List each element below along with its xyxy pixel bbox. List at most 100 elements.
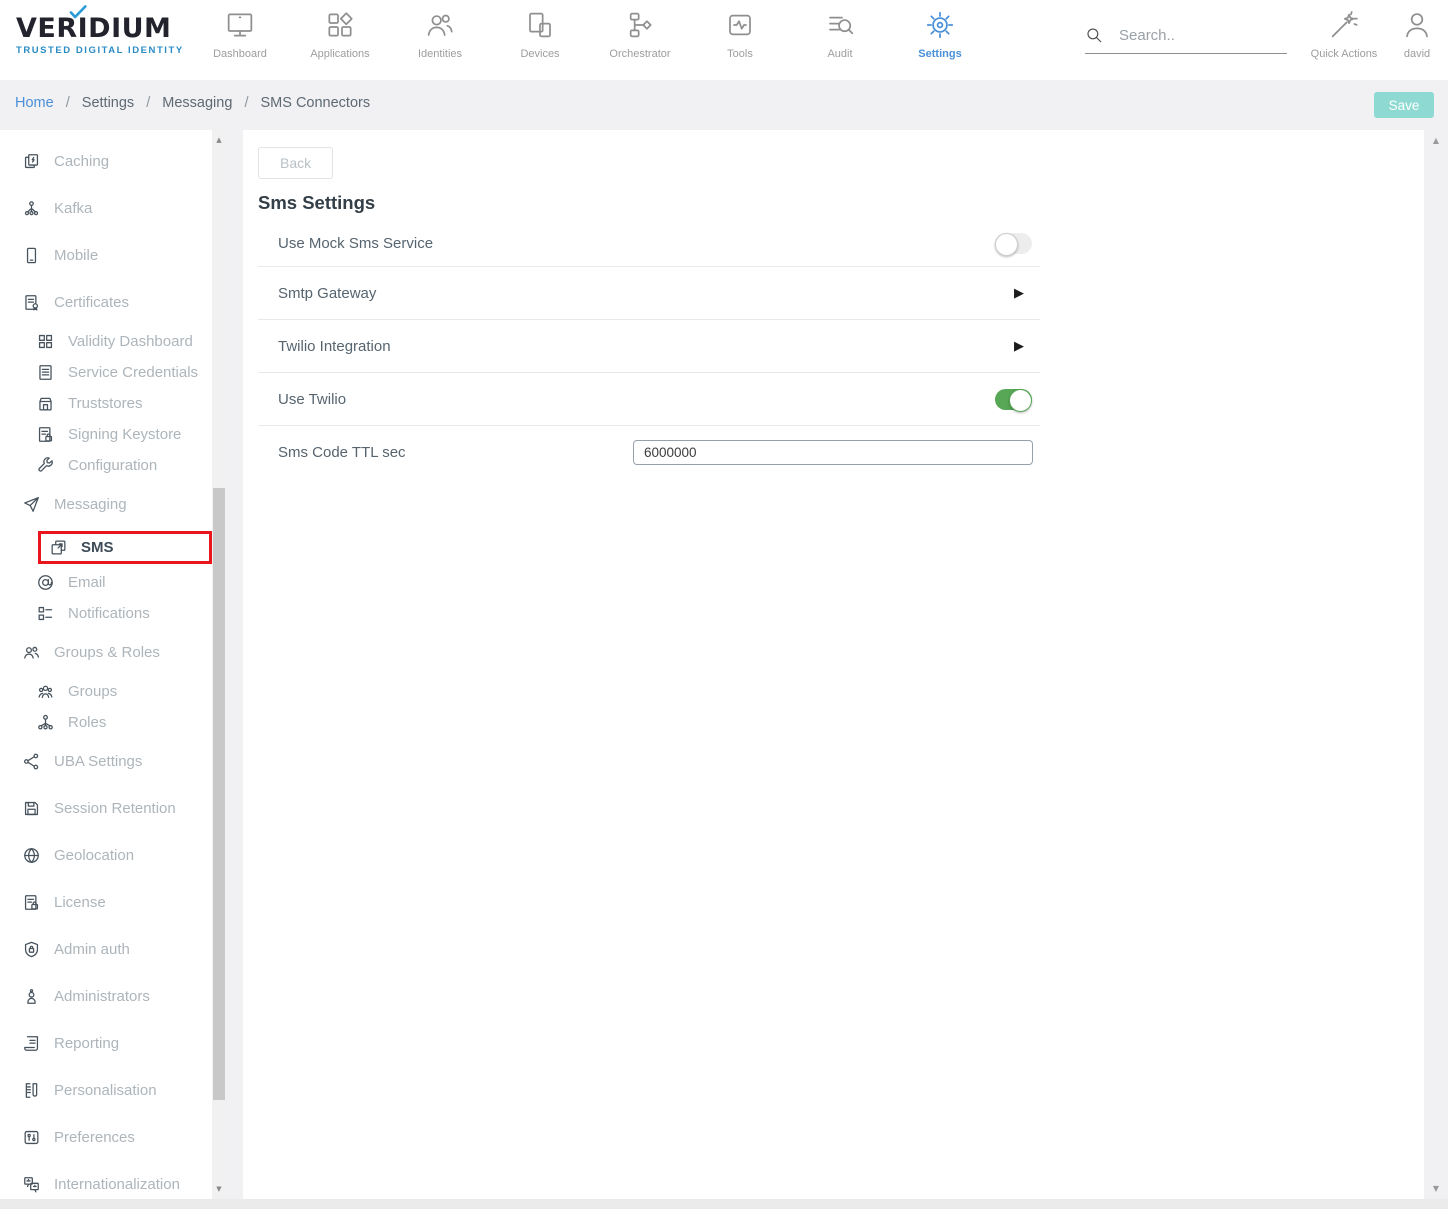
nav-label: Settings [918,48,961,60]
nav-tools[interactable]: Tools [690,9,790,60]
groups-roles-icon [22,643,41,662]
nav-identities[interactable]: Identities [390,9,490,60]
scroll-down-icon[interactable]: ▼ [212,1185,226,1193]
setting-row-use-twilio: Use Twilio [258,373,1040,426]
truststores-icon [36,394,55,413]
admin-auth-icon [22,940,41,959]
sidebar-item-roles[interactable]: Roles [0,707,212,738]
sidebar-item-mobile[interactable]: Mobile [0,232,212,279]
sidebar-item-administrators[interactable]: Administrators [0,973,212,1020]
sidebar-item-uba-settings[interactable]: UBA Settings [0,738,212,785]
sidebar-item-email[interactable]: Email [0,567,212,598]
sidebar-item-license[interactable]: License [0,879,212,926]
sidebar-item-kafka[interactable]: Kafka [0,185,212,232]
settings-rows: Use Mock Sms Service Smtp Gateway ▶ Twil… [258,221,1040,479]
use-twilio-label: Use Twilio [278,391,346,408]
sidebar-item-caching[interactable]: Caching [0,138,212,185]
nav-audit[interactable]: Audit [790,9,890,60]
page-title: Sms Settings [258,192,1424,214]
audit-icon [824,9,856,41]
sms-code-ttl-label: Sms Code TTL sec [278,444,406,461]
veridium-logo[interactable]: VERIDIUM TRUSTED DIGITAL IDENTITY [16,13,184,56]
expand-arrow-icon[interactable]: ▶ [1014,339,1024,354]
sidebar-item-messaging[interactable]: Messaging [0,481,212,528]
quick-actions-button[interactable]: Quick Actions [1307,9,1381,60]
magic-wand-icon [1328,9,1360,41]
user-menu[interactable]: david [1389,9,1445,60]
use-twilio-toggle[interactable] [995,389,1032,410]
app-header: VERIDIUM TRUSTED DIGITAL IDENTITY Dashbo… [0,0,1448,80]
nav-label: Devices [520,48,559,60]
scroll-down-icon[interactable]: ▼ [1424,1184,1448,1193]
breadcrumb-bar: Home / Settings / Messaging / SMS Connec… [0,80,1448,130]
personalisation-icon [22,1081,41,1100]
signing-keystore-icon [36,425,55,444]
settings-sidebar: Caching Kafka Mobile Certificates Validi… [0,130,212,1199]
user-label: david [1404,48,1430,60]
sidebar-item-reporting[interactable]: Reporting [0,1020,212,1067]
brand-tagline: TRUSTED DIGITAL IDENTITY [16,45,184,56]
breadcrumb-messaging[interactable]: Messaging [162,95,232,111]
nav-applications[interactable]: Applications [290,9,390,60]
nav-orchestrator[interactable]: Orchestrator [590,9,690,60]
sidebar-item-validity-dashboard[interactable]: Validity Dashboard [0,326,212,357]
service-credentials-icon [36,363,55,382]
use-mock-sms-label: Use Mock Sms Service [278,235,433,252]
groups-icon [36,682,55,701]
mobile-icon [22,246,41,265]
brand-name: VERIDIUM [16,13,171,44]
email-icon [36,573,55,592]
sidebar-item-signing-keystore[interactable]: Signing Keystore [0,419,212,450]
roles-icon [36,713,55,732]
sidebar-item-personalisation[interactable]: Personalisation [0,1067,212,1114]
breadcrumb-sms-connectors: SMS Connectors [261,95,371,111]
sidebar-item-notifications[interactable]: Notifications [0,598,212,629]
nav-settings[interactable]: Settings [890,9,990,60]
sidebar-scrollbar-thumb[interactable] [213,488,225,1100]
sidebar-item-configuration[interactable]: Configuration [0,450,212,481]
nav-label: Identities [418,48,462,60]
reporting-icon [22,1034,41,1053]
geolocation-icon [22,846,41,865]
messaging-icon [22,495,41,514]
certificates-icon [22,293,41,312]
search-input[interactable] [1119,27,1269,44]
orchestrator-icon [624,9,656,41]
scroll-up-icon[interactable]: ▲ [212,136,226,144]
setting-row-smtp-gateway[interactable]: Smtp Gateway ▶ [258,267,1040,320]
sidebar-item-session-retention[interactable]: Session Retention [0,785,212,832]
check-icon [69,5,88,20]
breadcrumb-home[interactable]: Home [15,95,54,111]
page-scrollbar[interactable]: ▲ ▼ [1424,130,1448,1199]
sms-code-ttl-input[interactable] [633,440,1033,465]
nav-devices[interactable]: Devices [490,9,590,60]
setting-row-twilio-integration[interactable]: Twilio Integration ▶ [258,320,1040,373]
sidebar-item-geolocation[interactable]: Geolocation [0,832,212,879]
sidebar-item-service-credentials[interactable]: Service Credentials [0,357,212,388]
nav-dashboard[interactable]: Dashboard [190,9,290,60]
preferences-icon [22,1128,41,1147]
scroll-up-icon[interactable]: ▲ [1424,136,1448,145]
sidebar-item-internationalization[interactable]: Internationalization [0,1161,212,1199]
identities-icon [424,9,456,41]
sidebar-item-preferences[interactable]: Preferences [0,1114,212,1161]
breadcrumb-separator: / [66,95,70,111]
sidebar-item-admin-auth[interactable]: Admin auth [0,926,212,973]
expand-arrow-icon[interactable]: ▶ [1014,286,1024,301]
applications-icon [324,9,356,41]
save-button[interactable]: Save [1374,92,1434,118]
validity-dashboard-icon [36,332,55,351]
sidebar-item-sms[interactable]: SMS [38,531,212,564]
sidebar-item-truststores[interactable]: Truststores [0,388,212,419]
back-button[interactable]: Back [258,147,333,179]
sidebar-item-groups-roles[interactable]: Groups & Roles [0,629,212,676]
nav-label: Audit [827,48,852,60]
nav-label: Dashboard [213,48,267,60]
breadcrumb-settings[interactable]: Settings [82,95,134,111]
use-mock-sms-toggle[interactable] [995,233,1032,254]
sidebar-item-certificates[interactable]: Certificates [0,279,212,326]
sidebar-item-groups[interactable]: Groups [0,676,212,707]
horizontal-scrollbar[interactable] [0,1199,1448,1209]
sidebar-scrollbar[interactable]: ▲ ▼ [212,130,226,1199]
session-retention-icon [22,799,41,818]
